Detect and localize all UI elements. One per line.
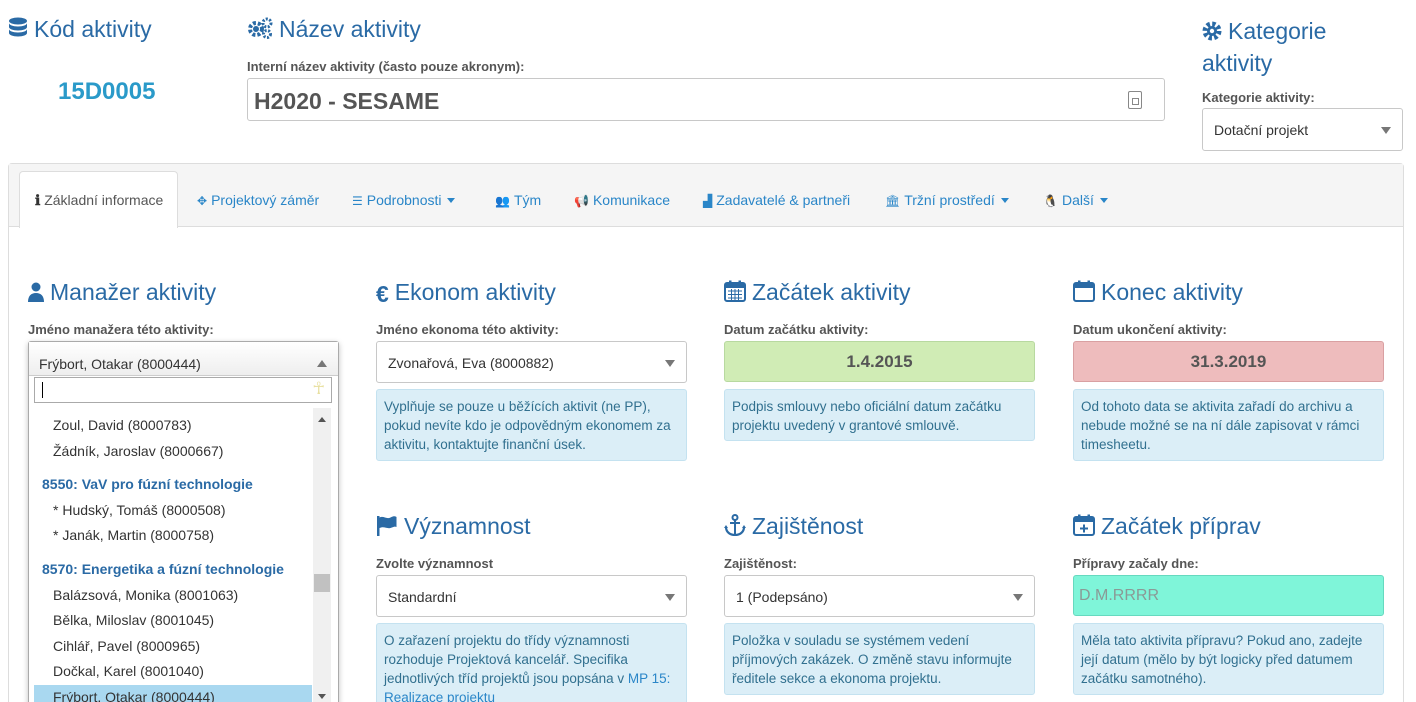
activity-code-title: Kód aktivity: [34, 16, 152, 42]
list-item[interactable]: * Janák, Martin (8000758): [34, 523, 312, 549]
assurance-label: Zajištěnost:: [724, 556, 797, 571]
caret-down-icon: [1000, 198, 1009, 203]
tab-podrobnosti[interactable]: ☰ Podrobnosti: [352, 192, 456, 208]
economist-heading: € Ekonom aktivity: [376, 279, 556, 307]
tab-projektovy-zamer[interactable]: ✥ Projektový záměr: [197, 192, 319, 208]
significance-select[interactable]: Standardní: [376, 575, 687, 617]
flag-icon: [376, 515, 398, 542]
tab-zadavatele-partneri[interactable]: ▟ Zadavatelé & partneři: [703, 192, 850, 208]
manager-options-list: Zoul, David (8000783) Žádník, Jaroslav (…: [34, 408, 312, 702]
start-label: Datum začátku aktivity:: [724, 322, 869, 337]
significance-heading: Významnost: [376, 513, 531, 542]
significance-help: O zařazení projektu do třídy významnosti…: [376, 623, 687, 702]
list-item[interactable]: * Hudský, Tomáš (8000508): [34, 498, 312, 524]
list-item[interactable]: Zoul, David (8000783): [34, 413, 312, 439]
scroll-down-icon[interactable]: [318, 694, 326, 699]
activity-code-heading: Kód aktivity: [8, 16, 152, 45]
manager-search-input[interactable]: ☥: [34, 377, 332, 403]
caret-down-icon: [1099, 198, 1108, 203]
database-icon: [8, 17, 28, 45]
manager-select-dropdown[interactable]: Frýbort, Otakar (8000444) ☥ Zoul, David …: [28, 341, 339, 702]
prep-start-date-input[interactable]: D.M.RRRR: [1073, 575, 1384, 616]
cogs-icon: [247, 17, 273, 45]
text-cursor: [42, 382, 43, 398]
list-item[interactable]: Balázsová, Monika (8001063): [34, 583, 312, 609]
activity-name-input[interactable]: H2020 - SESAME: [247, 78, 1165, 121]
scroll-up-icon[interactable]: [318, 417, 326, 422]
activity-name-title: Název aktivity: [279, 16, 421, 42]
prep-start-help: Měla tato aktivita přípravu? Pokud ano, …: [1073, 623, 1384, 695]
activity-code-value: 15D0005: [58, 78, 156, 105]
tab-tym[interactable]: 👥 Tým: [495, 192, 541, 208]
list-icon: ☰: [352, 194, 363, 208]
activity-name-heading: Název aktivity: [247, 16, 421, 45]
bullhorn-icon: 📢: [574, 194, 589, 208]
tab-trzni-prostredi[interactable]: 🏛 Tržní prostředí: [885, 192, 1009, 208]
anchor-icon: [724, 514, 746, 542]
caret-down-icon: [447, 198, 456, 203]
end-help: Od tohoto data se aktivita zařadí do arc…: [1073, 389, 1384, 461]
significance-value: Standardní: [388, 589, 457, 605]
category-label: Kategorie aktivity:: [1202, 90, 1315, 105]
category-heading: Kategorie aktivity: [1202, 16, 1402, 78]
crosshair-icon: ✥: [197, 194, 208, 208]
option-group-label: 8550: VaV pro fúzní technologie: [42, 476, 253, 493]
assurance-help: Položka v souladu se systémem vedení pří…: [724, 623, 1035, 695]
caret-up-icon: [317, 360, 327, 367]
caret-down-icon: [1381, 127, 1391, 134]
ankh-icon: ☥: [312, 379, 325, 398]
economist-value: Zvonařová, Eva (8000882): [388, 355, 554, 371]
assurance-heading: Zajištěnost: [724, 513, 863, 542]
economist-select[interactable]: Zvonařová, Eva (8000882): [376, 341, 687, 383]
area-chart-icon: ▟: [703, 194, 713, 208]
gear-icon: [1202, 18, 1222, 48]
contact-card-icon[interactable]: [1128, 91, 1142, 109]
tab-dalsi[interactable]: 🐧 Další: [1043, 192, 1108, 208]
manager-label: Jméno manažera této aktivity:: [28, 322, 214, 337]
economist-label: Jméno ekonoma této aktivity:: [376, 322, 559, 337]
manager-value: Frýbort, Otakar (8000444): [39, 356, 201, 372]
economist-help: Vyplňuje se pouze u běžících aktivit (ne…: [376, 389, 687, 461]
end-label: Datum ukončení aktivity:: [1073, 322, 1227, 337]
list-item-selected[interactable]: Frýbort, Otakar (8000444): [34, 684, 312, 702]
list-item[interactable]: Bělka, Miloslav (8001045): [34, 608, 312, 634]
list-item[interactable]: Dočkal, Karel (8001040): [34, 659, 312, 685]
tab-zakladni-informace[interactable]: ℹ Základní informace: [19, 171, 178, 228]
start-heading: Začátek aktivity: [724, 279, 911, 308]
caret-down-icon: [1013, 594, 1023, 601]
calendar-plus-icon: [1073, 514, 1095, 542]
manager-heading: Manažer aktivity: [28, 279, 216, 308]
list-item[interactable]: Cihlář, Pavel (8000965): [34, 634, 312, 660]
linux-icon: 🐧: [1043, 194, 1058, 208]
category-value: Dotační projekt: [1214, 122, 1309, 138]
end-heading: Konec aktivity: [1073, 279, 1243, 308]
users-icon: 👥: [495, 194, 510, 208]
scrollbar[interactable]: [313, 408, 331, 702]
caret-down-icon: [665, 594, 675, 601]
scrollbar-thumb[interactable]: [314, 574, 330, 592]
calendar-empty-icon: [1073, 280, 1095, 308]
prep-start-heading: Začátek příprav: [1073, 513, 1261, 542]
activity-name-value: H2020 - SESAME: [254, 88, 440, 114]
option-group-label: 8570: Energetika a fúzní technologie: [42, 560, 284, 577]
bank-icon: 🏛: [885, 194, 901, 208]
calendar-icon: [724, 280, 746, 308]
end-date-input[interactable]: 31.3.2019: [1073, 341, 1384, 382]
assurance-value: 1 (Podepsáno): [736, 589, 828, 605]
tab-bar: ✥ Projektový záměr ☰ Podrobnosti 👥 Tým 📢 Kom…: [9, 164, 1403, 227]
category-select[interactable]: Dotační projekt: [1202, 108, 1403, 151]
manager-select[interactable]: Frýbort, Otakar (8000444): [29, 342, 338, 376]
list-item[interactable]: Žádník, Jaroslav (8000667): [34, 439, 312, 465]
caret-down-icon: [665, 360, 675, 367]
info-icon: ℹ: [35, 192, 41, 208]
assurance-select[interactable]: 1 (Podepsáno): [724, 575, 1035, 617]
start-help: Podpis smlouvy nebo oficiální datum začá…: [724, 389, 1035, 441]
significance-label: Zvolte významnost: [376, 556, 494, 571]
start-date-input[interactable]: 1.4.2015: [724, 341, 1035, 382]
prep-start-label: Přípravy začaly dne:: [1073, 556, 1199, 571]
user-icon: [28, 281, 44, 308]
tab-komunikace[interactable]: 📢 Komunikace: [574, 192, 670, 208]
euro-icon: €: [376, 281, 389, 307]
activity-name-label: Interní název aktivity (často pouze akro…: [247, 59, 525, 74]
